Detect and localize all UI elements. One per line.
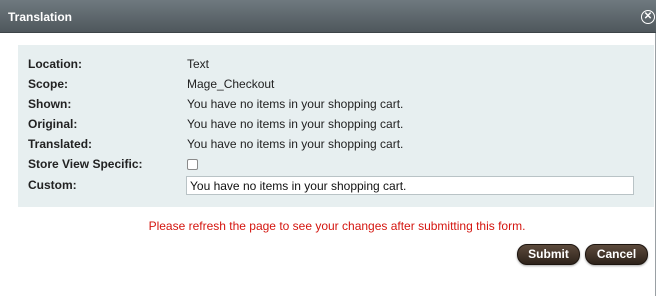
translation-details-panel: Location: Text Scope: Mage_Checkout Show…	[18, 45, 654, 207]
submit-button[interactable]: Submit	[517, 244, 580, 265]
store-view-specific-checkbox[interactable]	[187, 159, 198, 170]
shown-value: You have no items in your shopping cart.	[187, 97, 404, 111]
close-icon[interactable]: ✕	[641, 10, 655, 24]
dialog-title: Translation	[8, 10, 73, 24]
custom-label: Custom:	[28, 178, 77, 192]
original-label: Original:	[28, 117, 78, 131]
location-label: Location:	[28, 57, 82, 71]
location-value: Text	[187, 57, 210, 71]
dialog-titlebar: Translation ✕	[0, 0, 656, 33]
cancel-button[interactable]: Cancel	[585, 244, 648, 265]
original-value: You have no items in your shopping cart.	[187, 117, 404, 131]
custom-translation-input[interactable]	[186, 176, 634, 195]
translated-label: Translated:	[28, 137, 93, 151]
refresh-notice: Please refresh the page to see your chan…	[148, 219, 526, 233]
scope-value: Mage_Checkout	[187, 77, 275, 91]
scope-label: Scope:	[28, 77, 69, 91]
store-view-specific-label: Store View Specific:	[28, 157, 143, 171]
shown-label: Shown:	[28, 97, 72, 111]
translation-dialog: Translation ✕ Location: Text Scope: Mage…	[0, 0, 656, 296]
translated-value: You have no items in your shopping cart.	[187, 137, 404, 151]
